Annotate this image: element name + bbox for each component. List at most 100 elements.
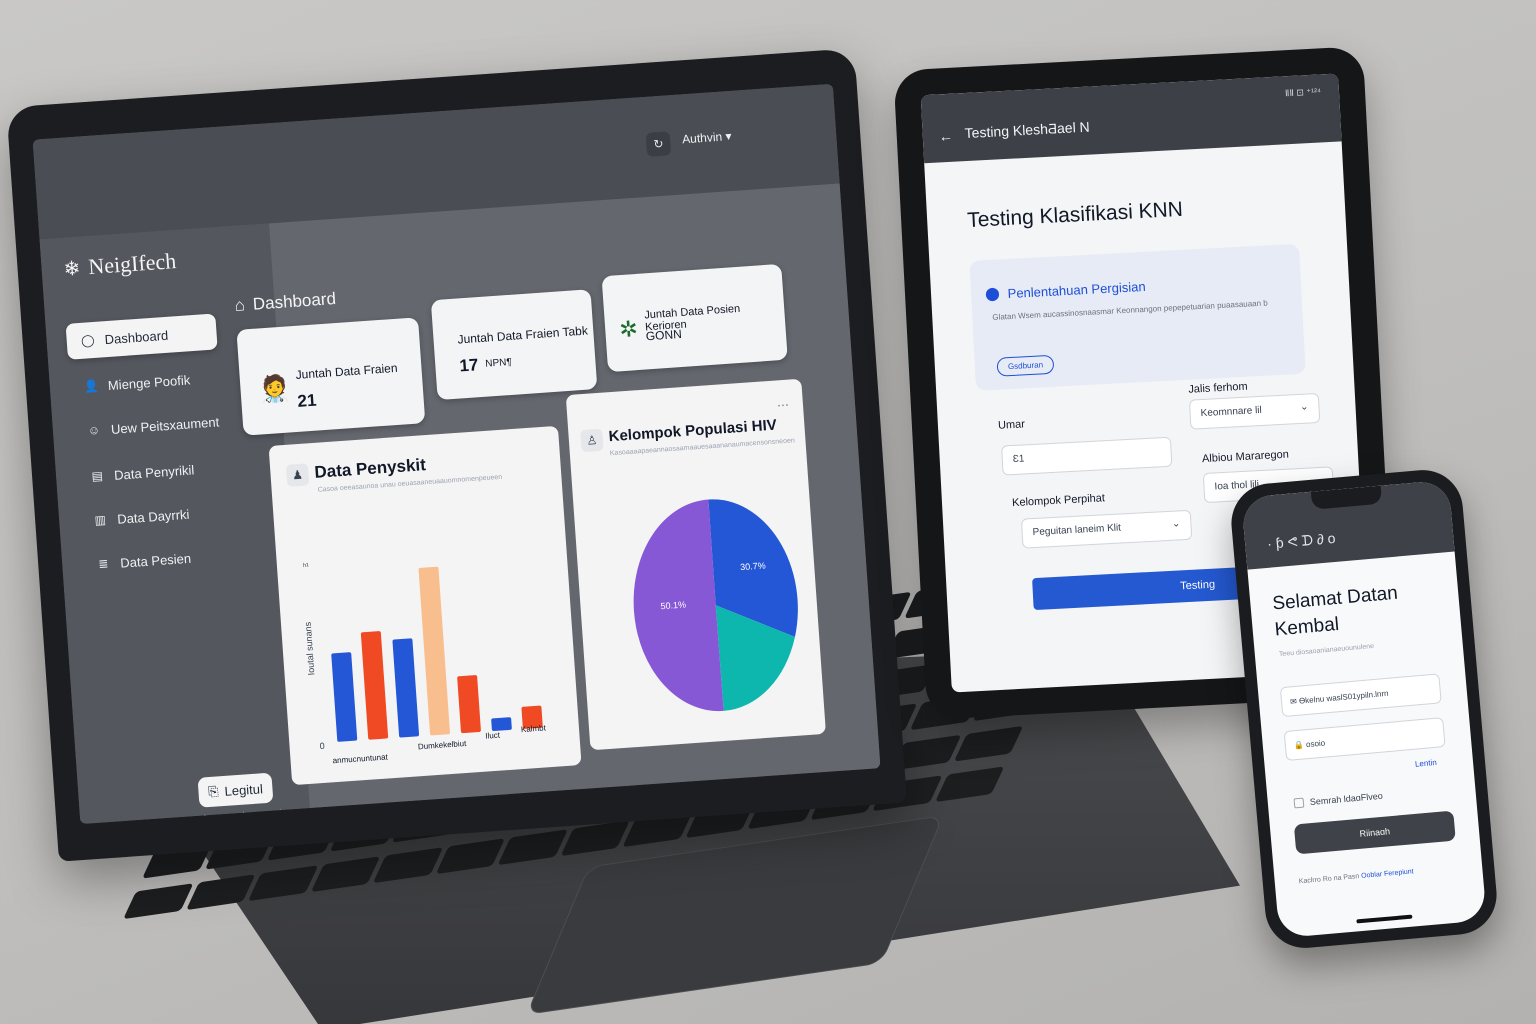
x-axis-label: Iluct — [485, 730, 501, 741]
more-icon[interactable]: ⋯ — [776, 398, 789, 413]
logout-button[interactable]: ⎘ Legitul — [197, 772, 274, 808]
stat-card-label: Juntah Data Fraien — [295, 360, 398, 382]
group-label: Kelompok Perpihat — [1011, 492, 1106, 510]
snowflake-icon: ❄ — [62, 257, 82, 281]
bar — [418, 566, 450, 736]
signup-footer: Kaclrro Ro na Pasn Ooblar Ferepiunt — [1299, 868, 1414, 885]
clipboard-icon: ♟ — [285, 463, 310, 487]
login-button[interactable]: Riinaɑh — [1293, 810, 1456, 855]
sidebar-item-label: Mienge Poofik — [107, 371, 191, 393]
sidebar-item-label: Dashboard — [104, 327, 169, 347]
keyboard-key — [247, 865, 318, 902]
chevron-down-icon: ⌄ — [1171, 518, 1181, 530]
database-icon: ▥ — [94, 512, 107, 528]
gender-select-value: Keomnnare lil — [1200, 404, 1263, 420]
tablet-header-title: Testing KleshƋael N — [964, 118, 1091, 142]
bar-chart — [331, 566, 543, 742]
y-axis-zero: 0 — [319, 740, 325, 752]
stat-card-value: 21 — [296, 390, 318, 411]
email-field[interactable]: ✉ Ɵkelnu waslS01ypiln.lnrn — [1279, 673, 1442, 718]
group-select-value: Peguitan laneim Klit — [1032, 522, 1122, 539]
bar — [392, 638, 420, 738]
refresh-icon[interactable]: ↻ — [645, 131, 672, 157]
password-placeholder: osoio — [1305, 738, 1326, 750]
status-bar: ⅡⅡ ⊡ ⁺¹²⁴ — [1284, 86, 1322, 99]
info-title-label: Penlentahuan Pergisian — [1007, 278, 1146, 301]
stat-card-patient-types: ✲ Juntah Data Posien Kerioren GONN — [601, 263, 788, 373]
logout-label: Legitul — [224, 780, 264, 799]
keyboard-key — [123, 883, 193, 920]
bar — [457, 675, 481, 734]
x-axis-label: Dumkekelbiut — [417, 738, 467, 752]
list-icon: ≣ — [97, 556, 109, 572]
bar — [331, 652, 358, 742]
home-indicator — [1356, 914, 1413, 924]
info-chip[interactable]: Gsdburan — [996, 354, 1055, 377]
laptop-screen: ↻ Authvin ▾ ❄ NeigIfech ◯ Dashboard 👤 Mi… — [32, 83, 881, 825]
info-title: ⬤ Penlentahuan Pergisian — [985, 278, 1146, 302]
keyboard-key — [185, 874, 256, 911]
plant-icon: ✲ — [618, 316, 639, 343]
dashboard-icon: ◯ — [80, 332, 95, 348]
email-value: Ɵkelnu waslS01ypiln.lnrn — [1298, 688, 1389, 706]
signup-link[interactable]: Ooblar Ferepiunt — [1361, 868, 1414, 880]
remember-label: Semrah ldaɑFlveo — [1309, 790, 1384, 808]
sidebar-item-label: Uew Peitsxaument — [110, 413, 220, 437]
mail-icon: ✉ — [1289, 696, 1298, 707]
age-input[interactable]: Ɛ1 — [1001, 436, 1173, 476]
x-axis-label: anmucnuntunat — [332, 752, 389, 766]
remember-checkbox[interactable]: Semrah ldaɑFlveo — [1293, 790, 1384, 809]
pie-chart-panel: ♙ Kelompok Populasi HIV Kasoaaaapaeannao… — [565, 378, 826, 751]
user-icon: 👤 — [83, 378, 100, 394]
y-axis-tick: ʰ¹ — [302, 561, 310, 571]
stat-card-extra: NPN¶ — [484, 356, 513, 370]
user-menu-label: Authvin ▾ — [681, 128, 732, 147]
pie-slice-label: 30.7% — [740, 560, 766, 572]
users-icon: ☺ — [87, 422, 101, 438]
login-subtitle: Teeu diosaoanianaeuounulene — [1278, 642, 1375, 659]
sidebar-item-label: Data Dayrrki — [116, 506, 190, 527]
keyboard-key — [310, 856, 381, 893]
forgot-link[interactable]: Lentin — [1415, 758, 1437, 769]
page-title: Testing Klasifikasi KNN — [966, 197, 1184, 233]
age-label: Umar — [997, 418, 1026, 432]
phone-header-glyphs: · ƥ ᕙ ᗪ ∂ o — [1266, 529, 1337, 552]
footer-text: Kaclrro Ro na Pasn — [1298, 873, 1360, 886]
bar-chart-title: Data Penyskit — [313, 455, 427, 482]
pie-slice-label: 50.1% — [660, 599, 686, 611]
logout-icon: ⎘ — [207, 783, 220, 800]
sidebar-item-label: Data Pesien — [119, 550, 192, 571]
bar — [491, 717, 512, 731]
gender-select[interactable]: Keomnnare lil ⌄ — [1188, 392, 1321, 430]
people-icon: ♙ — [580, 428, 604, 453]
home-icon: ⌂ — [234, 295, 246, 316]
login-title: Selamat Datan Kembal — [1271, 582, 1399, 641]
keyboard-key — [435, 838, 505, 875]
location-pin-icon: ⬤ — [984, 285, 1001, 302]
gender-label: Jalis ferhom — [1188, 380, 1248, 396]
sidebar-item-label: Data Penyrikil — [113, 461, 195, 483]
password-field[interactable]: 🔒 osoio — [1283, 717, 1446, 761]
bar-chart-panel: ♟ Data Penyskit Casoa oeeasaunoa unau oe… — [268, 425, 582, 786]
group-select[interactable]: Peguitan laneim Klit ⌄ — [1020, 509, 1193, 549]
back-arrow-icon[interactable]: ← — [938, 128, 953, 145]
phone-screen: · ƥ ᕙ ᗪ ∂ o Selamat Datan Kembal Teeu di… — [1241, 479, 1487, 939]
stat-card-value: 17 — [458, 355, 479, 376]
chevron-down-icon: ⌄ — [1299, 401, 1309, 413]
clipboard-icon: ▤ — [91, 468, 104, 484]
checkbox-box[interactable] — [1293, 797, 1305, 809]
info-box: ⬤ Penlentahuan Pergisian Glatan Wsem auc… — [969, 243, 1306, 391]
user-menu[interactable]: Authvin ▾ — [682, 129, 732, 146]
phone: · ƥ ᕙ ᗪ ∂ o Selamat Datan Kembal Teeu di… — [1228, 466, 1500, 952]
x-axis-label: Kalmbt — [520, 723, 547, 735]
stat-card-value: GONN — [645, 326, 683, 344]
keyboard-key — [372, 847, 443, 884]
bar — [360, 631, 389, 740]
laptop: ↻ Authvin ▾ ❄ NeigIfech ◯ Dashboard 👤 Mi… — [6, 48, 907, 862]
lock-icon: 🔒 — [1293, 740, 1305, 751]
info-description: Glatan Wsem aucassinosnaasmar Keonnangon… — [992, 298, 1268, 322]
patient-avatar-icon: 🧑‍⚕️ — [257, 372, 292, 405]
reason-label: Albiou Mararegon — [1201, 448, 1290, 466]
stat-card-patients: 🧑‍⚕️ Juntah Data Fraien 21 — [236, 317, 426, 436]
y-axis-label: Ioutal sunans — [302, 621, 317, 676]
